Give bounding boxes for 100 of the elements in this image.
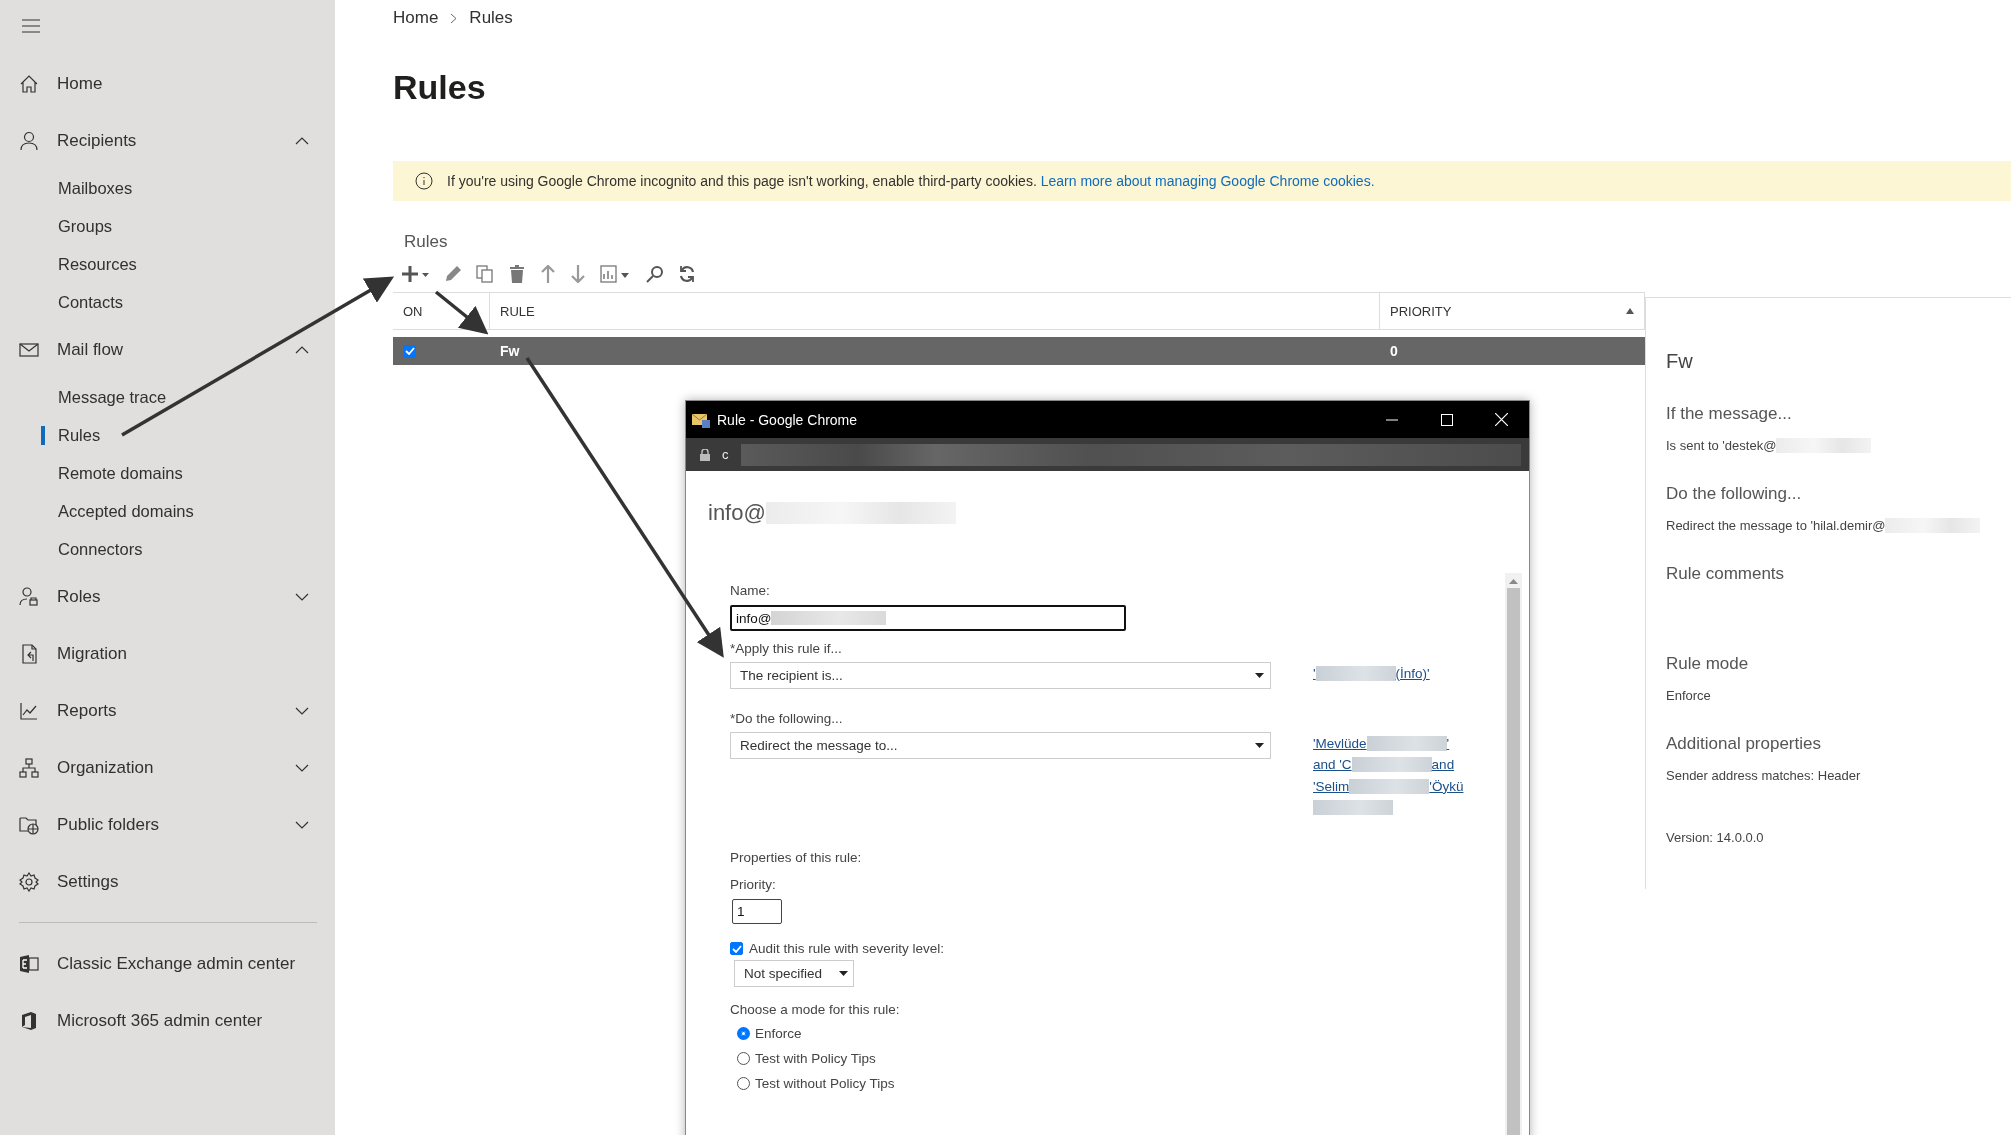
recipient-link[interactable]: and 'C	[1313, 757, 1352, 773]
chevron-icon	[295, 592, 309, 601]
envelope-icon	[692, 411, 710, 428]
nav-subitem[interactable]: Contacts	[0, 283, 317, 321]
version-text: Version: 14.0.0.0	[1666, 830, 1765, 845]
nav-item[interactable]: Organization	[0, 739, 317, 796]
hierarchy-icon	[19, 757, 39, 778]
detail-text: Sender address matches: Header	[1666, 767, 1861, 783]
section-heading: Rule mode	[1666, 654, 1750, 675]
recipient-link[interactable]: (İnfo)'	[1395, 665, 1430, 681]
section-heading: If the message...	[1666, 404, 1793, 425]
nav-subitem[interactable]: Mailboxes	[0, 169, 317, 207]
dropdown[interactable]: The recipient is...	[730, 662, 1271, 689]
nav-item[interactable]: Mail flow	[0, 321, 317, 378]
detail-text: Is sent to 'destek@	[1666, 437, 1777, 453]
nav-item[interactable]: Reports	[0, 682, 317, 739]
section-heading: Additional properties	[1666, 734, 1822, 755]
nav-subitem[interactable]: Connectors	[0, 530, 317, 568]
recipient-link[interactable]: 'Mevlüde	[1313, 735, 1367, 751]
nav-subitem[interactable]: Resources	[0, 245, 317, 283]
caret-icon	[1255, 673, 1264, 678]
section-label: Properties of this rule:	[730, 850, 863, 867]
details-title: Fw	[1666, 350, 1694, 374]
name-field[interactable]: info@	[730, 605, 1126, 631]
chevron-right-icon	[450, 13, 458, 24]
detail-text: Redirect the message to 'hilal.demir@	[1666, 517, 1886, 533]
section-heading: Rule comments	[1666, 564, 1786, 585]
caret-icon	[839, 971, 848, 976]
chevron-icon	[295, 345, 309, 354]
section-label: Rules	[404, 232, 449, 252]
chevron-icon	[295, 706, 309, 715]
close-icon	[1495, 413, 1508, 426]
radio-label: Test with Policy Tips	[755, 1051, 876, 1066]
field-label: Name:	[730, 583, 771, 600]
home-icon	[19, 73, 39, 94]
table-cell: 0	[1390, 343, 1398, 359]
settings-icon	[19, 871, 39, 892]
nav-subitem[interactable]: Remote domains	[0, 454, 317, 492]
nav-item[interactable]: Settings	[0, 853, 317, 910]
nav-item[interactable]: Home	[0, 55, 317, 112]
detail-text: Enforce	[1666, 687, 1711, 703]
page-title: Rules	[393, 67, 487, 108]
info-icon	[415, 172, 433, 190]
column-header[interactable]: PRIORITY	[1380, 293, 1645, 329]
banner-link[interactable]: Learn more about managing Google Chrome cookies.	[1040, 173, 1375, 189]
column-header[interactable]: RULE	[490, 293, 1380, 329]
document-arrow-icon	[19, 643, 39, 664]
person-icon	[19, 130, 39, 151]
nav-subitem[interactable]: Accepted domains	[0, 492, 317, 530]
nav-item[interactable]: Roles	[0, 568, 317, 625]
breadcrumb-link[interactable]: Rules	[469, 8, 513, 28]
scroll-up-icon[interactable]	[1509, 579, 1518, 584]
nav-link[interactable]: Classic Exchange admin center	[0, 935, 317, 992]
dropdown[interactable]: Redirect the message to...	[730, 732, 1271, 759]
nav-link[interactable]: Microsoft 365 admin center	[0, 992, 317, 1049]
banner-message: If you're using Google Chrome incognito and this page isn't working, enable third-party cookies. Learn more about managing Google Chrome cookies.	[447, 173, 1375, 189]
radio-button[interactable]	[737, 1052, 750, 1065]
nav-subitem[interactable]: Message trace	[0, 378, 317, 416]
nav-item[interactable]: Public folders	[0, 796, 317, 853]
radio-label: Test without Policy Tips	[755, 1076, 895, 1091]
priority-field[interactable]: 1	[732, 899, 782, 924]
nav-subitem[interactable]: Groups	[0, 207, 317, 245]
breadcrumb-link[interactable]: Home	[393, 8, 439, 28]
checkbox[interactable]	[730, 942, 743, 955]
field-label: *Apply this rule if...	[730, 641, 843, 658]
lock-icon	[700, 448, 710, 461]
field-label: *Do the following...	[730, 711, 844, 728]
recipient-link[interactable]: and	[1431, 757, 1455, 773]
maximize-icon	[1440, 413, 1453, 426]
recipient-link[interactable]: '	[1313, 665, 1316, 681]
section-heading: Do the following...	[1666, 484, 1803, 505]
chevron-icon	[295, 136, 309, 145]
folder-globe-icon	[19, 814, 39, 835]
recipient-link[interactable]: 'Selim	[1313, 778, 1350, 794]
nav-item[interactable]: Recipients	[0, 112, 317, 169]
window-title: Rule - Google Chrome	[717, 411, 859, 428]
address-text: c	[722, 447, 729, 462]
annotation-arrow	[434, 290, 489, 335]
nav-item[interactable]: Migration	[0, 625, 317, 682]
person-lock-icon	[19, 586, 39, 607]
radio-label: Enforce	[755, 1026, 802, 1041]
office-logo-icon	[19, 1010, 39, 1031]
nav-subitem[interactable]: Rules	[0, 416, 317, 454]
checkbox-label: Audit this rule with severity level:	[749, 941, 945, 956]
radio-button[interactable]	[737, 1027, 750, 1040]
column-header[interactable]: ON	[393, 293, 490, 329]
scrollbar[interactable]	[1505, 573, 1522, 1135]
line-chart-icon	[19, 700, 39, 721]
severity-dropdown[interactable]: Not specified	[734, 960, 854, 987]
radio-button[interactable]	[737, 1077, 750, 1090]
caret-icon	[1255, 743, 1264, 748]
field-label: Choose a mode for this rule:	[730, 1002, 901, 1019]
table-row[interactable]: Fw 0	[393, 337, 1645, 365]
field-label: Priority:	[730, 877, 777, 894]
dialog-heading: info@	[708, 500, 766, 526]
checkbox[interactable]	[403, 344, 416, 358]
chevron-icon	[295, 820, 309, 829]
chevron-icon	[295, 763, 309, 772]
recipient-link[interactable]: 'Öykü	[1429, 778, 1464, 794]
table-cell: Fw	[500, 343, 520, 359]
